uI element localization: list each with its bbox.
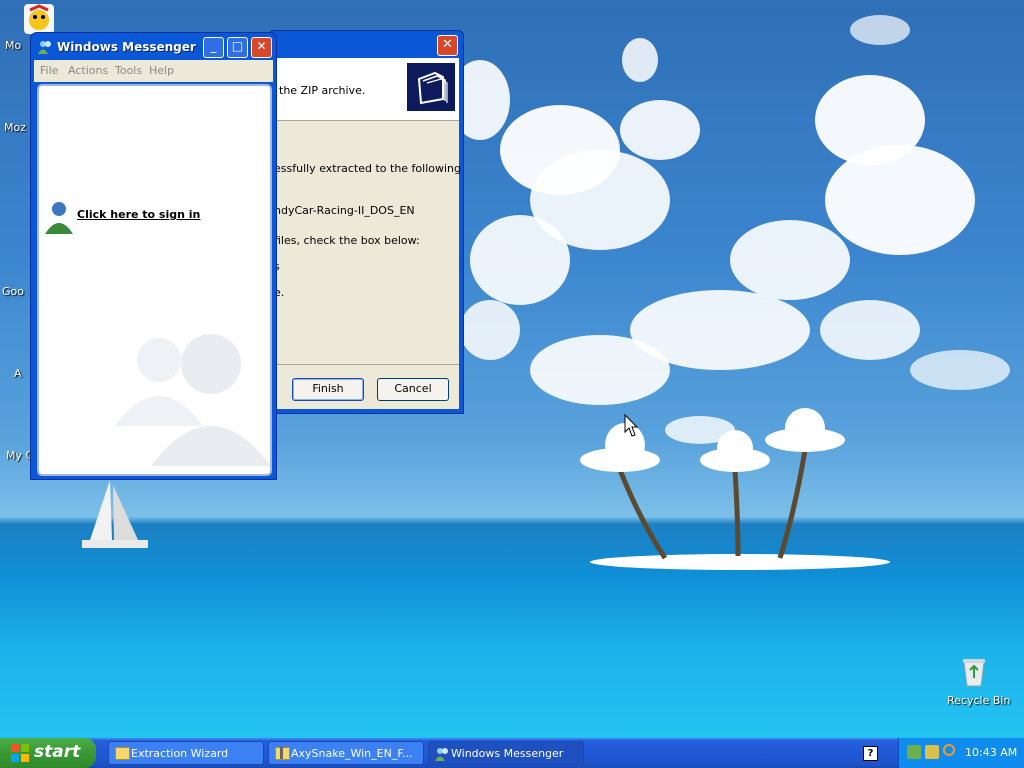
menu-help[interactable]: Help: [149, 64, 174, 77]
wizard-line-1: essfully extracted to the following: [274, 162, 461, 175]
task-axysnake[interactable]: AxySnake_Win_EN_F...: [268, 741, 424, 765]
finish-button[interactable]: Finish: [292, 378, 364, 401]
folder-icon: [115, 747, 130, 760]
task-windows-messenger[interactable]: Windows Messenger: [428, 741, 584, 765]
messenger-close-button[interactable]: ✕: [251, 37, 272, 58]
desktop-icon-label-4[interactable]: A: [14, 367, 22, 380]
messenger-menubar: File Actions Tools Help: [34, 60, 273, 82]
security-icon[interactable]: [925, 745, 939, 759]
desktop-icon-msn[interactable]: [22, 2, 56, 36]
messenger-icon: [434, 746, 450, 765]
extraction-wizard-window[interactable]: ✕ the ZIP archive. essfully extracted to…: [268, 30, 464, 414]
menu-tools[interactable]: Tools: [115, 64, 142, 77]
wizard-divider: [273, 364, 459, 365]
start-button[interactable]: start: [0, 738, 96, 768]
task-label-2: AxySnake_Win_EN_F...: [291, 747, 413, 760]
recycle-bin-label: Recycle Bin: [947, 694, 1011, 707]
zip-stripe: [280, 747, 283, 759]
wizard-header-text: the ZIP archive.: [279, 84, 366, 97]
wizard-close-button[interactable]: ✕: [437, 35, 458, 56]
desktop-icon-label-2[interactable]: Moz: [4, 121, 26, 134]
windows-logo-icon: [11, 744, 29, 762]
sign-in-link[interactable]: Click here to sign in: [77, 208, 200, 221]
folder-archive-icon: [407, 63, 455, 111]
recycle-bin[interactable]: Recycle Bin: [944, 656, 1010, 710]
wizard-client: the ZIP archive. essfully extracted to t…: [273, 58, 461, 409]
buddies-watermark-icon: [115, 334, 270, 466]
messenger-title: Windows Messenger: [57, 40, 196, 54]
start-label: start: [34, 742, 81, 762]
task-extraction-wizard[interactable]: Extraction Wizard: [108, 741, 264, 765]
search-icon[interactable]: [943, 744, 955, 756]
clock: 10:43 AM: [965, 746, 1018, 759]
messenger-window[interactable]: Windows Messenger _ □ ✕ File Actions Too…: [30, 32, 277, 480]
task-label-1: Extraction Wizard: [131, 747, 229, 760]
cancel-button[interactable]: Cancel: [377, 378, 449, 401]
system-tray: 10:43 AM: [898, 738, 1024, 768]
mascot-icon: [24, 4, 54, 34]
messenger-title-icon: [37, 39, 53, 58]
help-icon[interactable]: ?: [863, 746, 878, 761]
minimize-button[interactable]: _: [203, 37, 224, 58]
desktop: Mo Moz Goo A My C Recycle Bin ✕ the ZIP …: [0, 0, 1024, 738]
task-label-3: Windows Messenger: [451, 747, 564, 760]
desktop-icon-label-1[interactable]: Mo: [5, 39, 21, 52]
network-icon[interactable]: [907, 745, 921, 759]
messenger-panel: Click here to sign in: [37, 84, 272, 476]
maximize-button[interactable]: □: [227, 37, 248, 58]
recycle-bin-icon: [963, 659, 985, 687]
wizard-line-3: files, check the box below:: [274, 234, 420, 247]
wizard-header: the ZIP archive.: [273, 58, 459, 121]
wizard-line-2: ndyCar-Racing-II_DOS_EN: [274, 204, 415, 217]
taskbar: start Extraction Wizard AxySnake_Win_EN_…: [0, 738, 1024, 768]
desktop-icon-label-3[interactable]: Goo: [2, 285, 24, 298]
menu-actions[interactable]: Actions: [68, 64, 108, 77]
user-icon: [43, 200, 75, 239]
menu-file[interactable]: File: [40, 64, 58, 77]
